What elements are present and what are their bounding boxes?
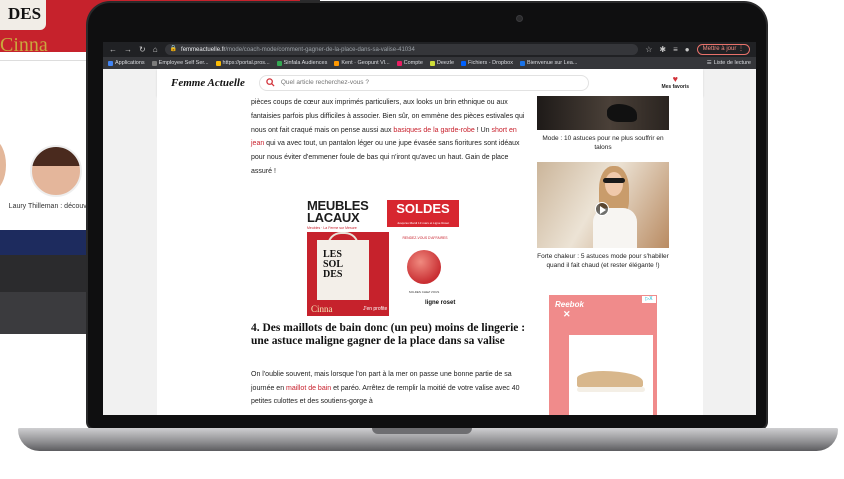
favorites-button[interactable]: ♥ Mes favoris [661,74,689,91]
laptop-base-notch [372,428,472,434]
search-icon [266,78,275,87]
meubles-lacaux-ad[interactable]: MEUBLES LACAUX Meubles · La Ferme sur Me… [305,198,459,316]
related-thumbnail-heels[interactable] [537,96,669,130]
profile-icon[interactable]: ● [685,42,690,57]
reload-icon[interactable]: ↻ [139,42,146,57]
background-bag-text: DES [8,4,42,23]
bookmark-label: Compte [403,60,423,66]
bookmark-favicon-icon [215,60,221,66]
ad-logo-subtitle: Meubles · La Ferme sur Mesure [307,226,357,230]
ad-cta[interactable]: J'en profite [363,306,387,312]
sunglasses [603,178,625,183]
heel-shoe-image [607,104,637,122]
link-maillot-de-bain[interactable]: maillot de bain [286,385,331,392]
bookmark-favicon-icon [396,60,402,66]
sneaker-sole [577,387,645,392]
stage: DES Cinna Laury Thilleman : découvrez se… [0,0,844,479]
webcam-icon [516,15,523,22]
section-heading: 4. Des maillots de bain donc (un peu) mo… [251,322,526,347]
adchoices-icon[interactable]: ▷X [642,296,656,303]
bookmark-item[interactable]: Deezle [429,60,455,66]
bookmark-item[interactable]: Compte [396,60,423,66]
update-button[interactable]: Mettre à jour ⋮ [696,44,750,55]
bookmark-favicon-icon [276,60,282,66]
bookmarks-bar: Applications Employee Self Ser... https://… [103,57,756,69]
bookmark-label: Kent · Geopunt Vl... [341,60,390,66]
browser-toolbar: ← → ↻ ⌂ 🔒 femmeactuelle.fr/mode/coach-mo… [103,42,756,57]
bookmark-item[interactable]: Applications [108,60,145,66]
forward-icon[interactable]: → [124,42,132,57]
background-tote-bag: DES [0,0,46,30]
bookmark-item[interactable]: https://portal.pros... [215,60,270,66]
laptop-screen: ← → ↻ ⌂ 🔒 femmeactuelle.fr/mode/coach-mo… [103,42,756,415]
bookmark-item[interactable]: Employee Self Ser... [151,60,209,66]
bookmark-item[interactable]: Sinfala Audiences [276,60,328,66]
play-button[interactable] [595,202,609,216]
bookmark-favicon-icon [151,60,157,66]
favorites-label: Mes favoris [661,84,689,90]
ad-shop-text: SOLDES CHEZ VOUS [408,290,440,294]
ad-brand-ligne-roset: ligne roset [425,300,456,306]
site-logo[interactable]: Femme Actuelle [171,77,245,89]
bookmark-label: Employee Self Ser... [158,60,209,66]
bookmark-label: Bienvenue sur Lea... [526,60,578,66]
ad-rdv-text: RENDEZ-VOUS D'AFFAIRES [402,236,448,240]
bookmark-favicon-icon [334,60,340,66]
article: pièces coups de cœur aux imprimés partic… [251,96,527,405]
search-box[interactable] [258,74,589,91]
bookmark-favicon-icon [461,60,467,66]
url-text: femmeactuelle.fr/mode/coach-mode/comment… [181,46,415,53]
reebok-vector-icon: ✕ [563,309,571,319]
bookmark-favicon-icon [519,60,525,66]
article-paragraph-2: On l'oublie souvent, mais lorsque l'on p… [251,371,520,406]
bookmark-label: https://portal.pros... [222,60,270,66]
page-content: pièces coups de cœur aux imprimés partic… [157,96,703,415]
extensions-icon[interactable]: ✱ [659,42,666,57]
related-caption-heels[interactable]: Mode : 10 astuces pour ne plus souffrir … [537,134,669,152]
bookmark-label: Fichiers - Dropbox [468,60,513,66]
tote-text: LES SOL DES [323,249,344,280]
ad-logo: MEUBLES LACAUX [307,198,369,225]
ad-soldes-subtitle: Jusqu'au Mardi 13 mars et Ligne Roset [387,220,459,227]
article-paragraph: pièces coups de cœur aux imprimés partic… [251,99,525,175]
home-icon[interactable]: ⌂ [153,42,158,57]
reebok-product-card [569,335,653,415]
bookmark-favicon-icon [108,60,113,66]
reading-list-label: Liste de lecture [713,60,751,66]
background-avatar-laury [30,145,82,197]
heart-icon: ♥ [672,74,678,84]
background-brand: Cinna [0,34,48,56]
reebok-ad[interactable]: Reebok ✕ ▷X [549,295,657,415]
lock-icon: 🔒 [169,46,178,52]
play-icon [600,206,606,214]
star-icon[interactable]: ☆ [645,42,652,57]
bookmark-item[interactable]: Kent · Geopunt Vl... [334,60,390,66]
bookmark-item[interactable]: Fichiers - Dropbox [461,60,513,66]
site-header: Femme Actuelle ♥ Mes favoris [157,69,703,96]
reading-list-icon: ☰ [706,60,712,66]
related-thumbnail-video[interactable] [537,162,669,248]
bookmark-label: Sinfala Audiences [283,60,328,66]
back-icon[interactable]: ← [109,42,117,57]
ad-product-image [407,250,441,284]
related-caption-heat[interactable]: Forte chaleur : 5 astuces mode pour s'ha… [537,252,669,270]
bookmark-item[interactable]: Bienvenue sur Lea... [519,60,578,66]
address-bar[interactable]: 🔒 femmeactuelle.fr/mode/coach-mode/comme… [164,44,639,55]
link-basiques[interactable]: basiques de la garde-robe [393,127,474,134]
reebok-logo: Reebok [555,300,584,309]
reading-list-button[interactable]: ☰ Liste de lecture [707,60,751,66]
background-laptop-base [0,292,100,334]
ad-soldes-banner: SOLDES [387,200,459,220]
woman-face [605,172,623,196]
ad-brand-cinna: Cinna [311,304,333,314]
bookmark-label: Deezle [436,60,455,66]
bookmark-favicon-icon [429,60,435,66]
bookmark-label: Applications [115,60,145,66]
search-input[interactable] [280,79,571,86]
queue-icon[interactable]: ≡ [673,42,678,57]
background-avatar [0,140,6,190]
